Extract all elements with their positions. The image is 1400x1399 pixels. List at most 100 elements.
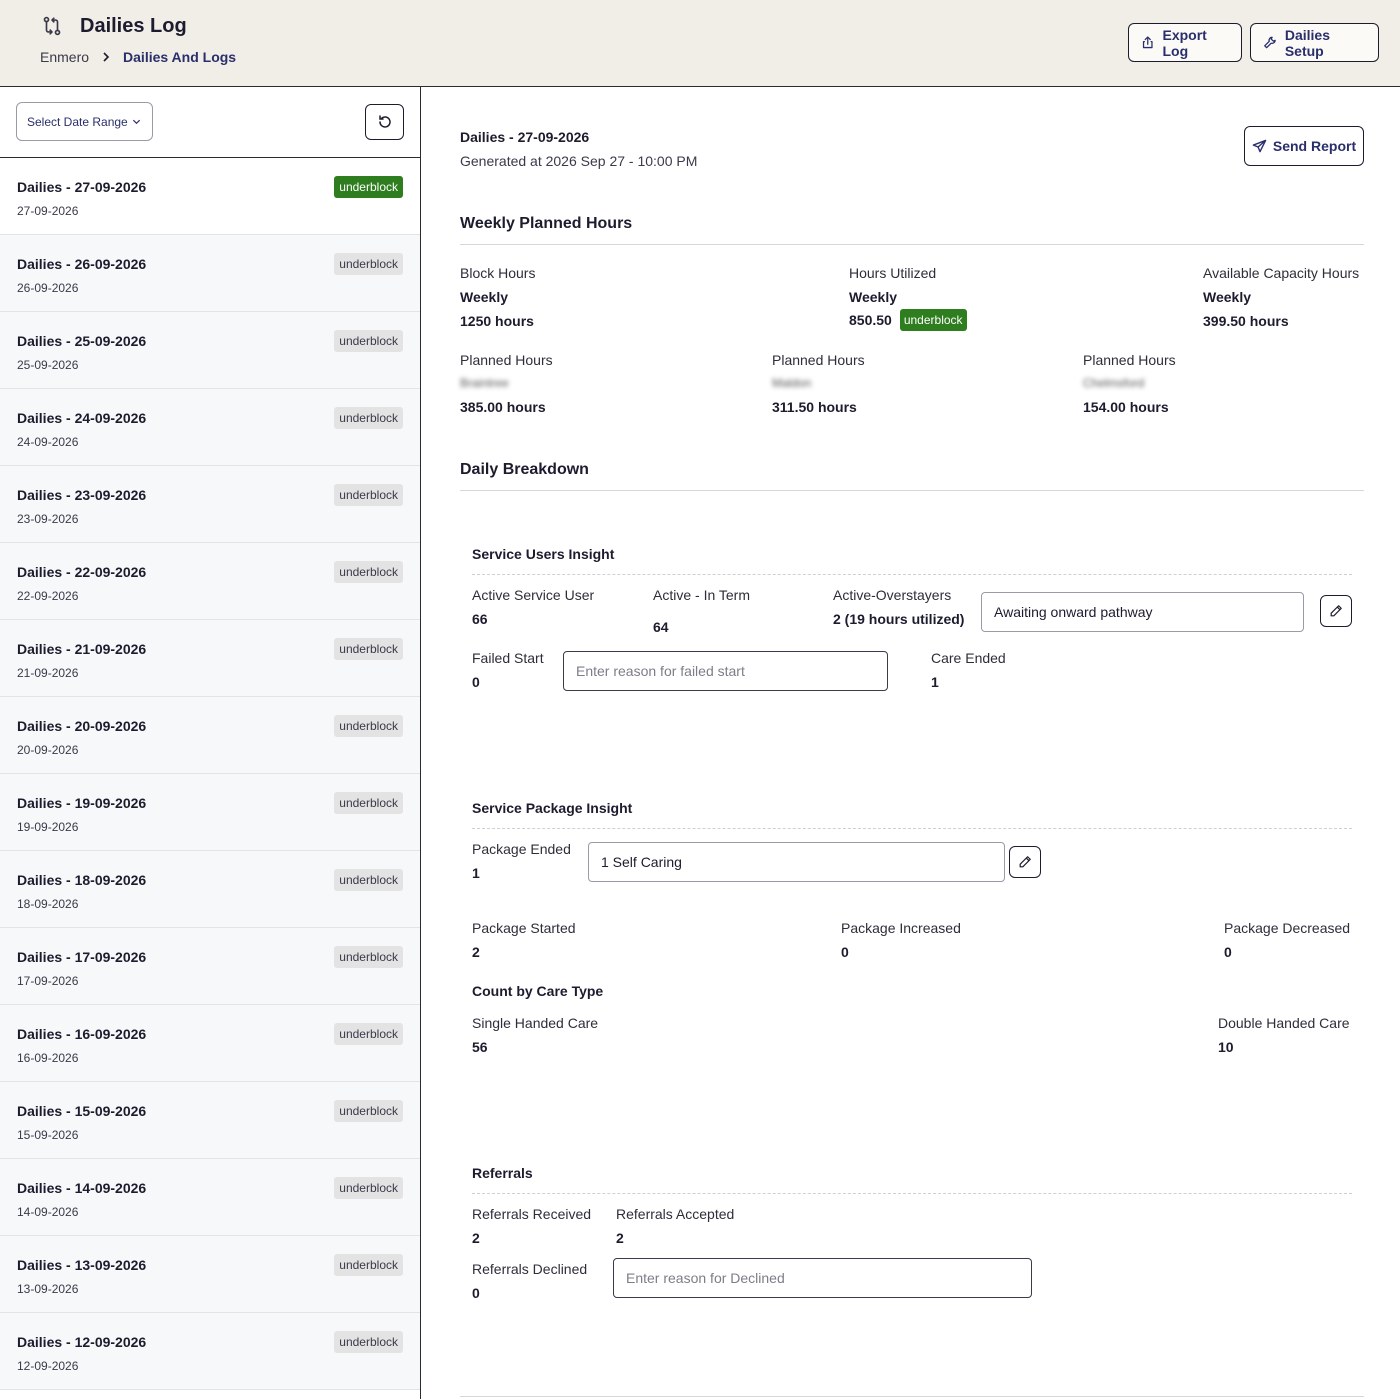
edit-package-ended-button[interactable] <box>1009 846 1041 878</box>
status-badge: underblock <box>334 792 403 814</box>
status-badge: underblock <box>334 407 403 429</box>
available-capacity-value: 399.50 hours <box>1203 313 1289 329</box>
export-log-button[interactable]: Export Log <box>1128 23 1242 62</box>
divider <box>472 1193 1352 1194</box>
status-badge: underblock <box>899 309 967 331</box>
list-item-date: 26-09-2026 <box>17 281 79 295</box>
planned-hours-value: 311.50 hours <box>772 399 857 415</box>
status-badge: underblock <box>334 946 403 968</box>
planned-location: Braintree <box>460 376 509 390</box>
package-decreased-value: 0 <box>1224 944 1232 960</box>
referrals-declined-value: 0 <box>472 1285 480 1301</box>
list-item[interactable]: Dailies - 20-09-2026 20-09-2026 underblock <box>0 697 420 774</box>
list-item[interactable]: Dailies - 19-09-2026 19-09-2026 underblock <box>0 774 420 851</box>
dailies-list: Dailies - 27-09-2026 27-09-2026 underblock… <box>0 158 420 1390</box>
divider <box>460 244 1364 245</box>
hours-utilized-period: Weekly <box>849 289 897 305</box>
status-badge: underblock <box>334 1254 403 1276</box>
status-badge: underblock <box>334 1331 403 1353</box>
block-hours-label: Block Hours <box>460 265 536 281</box>
planned-hours-value: 154.00 hours <box>1083 399 1169 415</box>
package-started-value: 2 <box>472 944 480 960</box>
divider <box>472 574 1352 575</box>
edit-overstayers-button[interactable] <box>1320 595 1352 627</box>
list-item[interactable]: Dailies - 16-09-2026 16-09-2026 underblock <box>0 1005 420 1082</box>
list-item[interactable]: Dailies - 22-09-2026 22-09-2026 underblock <box>0 543 420 620</box>
divider <box>472 828 1352 829</box>
list-item[interactable]: Dailies - 12-09-2026 12-09-2026 underblock <box>0 1313 420 1390</box>
referrals-accepted-label: Referrals Accepted <box>616 1206 735 1222</box>
refresh-icon <box>378 115 391 128</box>
export-log-label: Export Log <box>1162 26 1207 59</box>
list-item-date: 27-09-2026 <box>17 204 79 218</box>
date-range-label: Select Date Range <box>27 114 128 129</box>
status-badge: underblock <box>334 869 403 891</box>
planned-hours-label: Planned Hours <box>460 352 553 368</box>
list-item-date: 12-09-2026 <box>17 1359 79 1373</box>
single-handed-label: Single Handed Care <box>472 1015 599 1031</box>
list-item[interactable]: Dailies - 23-09-2026 23-09-2026 underblock <box>0 466 420 543</box>
list-item-date: 14-09-2026 <box>17 1205 79 1219</box>
generated-at: Generated at 2026 Sep 27 - 10:00 PM <box>460 153 698 169</box>
planned-hours-label: Planned Hours <box>772 352 865 368</box>
care-ended-label: Care Ended <box>931 650 1006 666</box>
list-item[interactable]: Dailies - 18-09-2026 18-09-2026 underblock <box>0 851 420 928</box>
failed-start-value: 0 <box>472 674 480 690</box>
status-badge: underblock <box>334 638 403 660</box>
list-item-date: 17-09-2026 <box>17 974 79 988</box>
pencil-icon <box>1330 605 1342 617</box>
list-item[interactable]: Dailies - 13-09-2026 13-09-2026 underblock <box>0 1236 420 1313</box>
declined-reason-input[interactable] <box>613 1258 1032 1298</box>
service-package-heading: Service Package Insight <box>472 800 633 816</box>
status-badge: underblock <box>334 1177 403 1199</box>
chevron-right-icon <box>101 52 111 62</box>
git-compare-icon <box>40 14 64 38</box>
daily-breakdown-heading: Daily Breakdown <box>460 461 589 478</box>
package-ended-label: Package Ended <box>472 841 571 857</box>
wrench-icon <box>1264 36 1276 49</box>
weekly-heading: Weekly Planned Hours <box>460 215 633 232</box>
dailies-sidebar: Select Date Range Dailies - 27-09-2026 27… <box>0 87 421 1399</box>
list-item[interactable]: Dailies - 24-09-2026 24-09-2026 underblock <box>0 389 420 466</box>
active-in-term-value: 64 <box>653 619 669 635</box>
block-hours-value: 1250 hours <box>460 313 534 329</box>
send-icon <box>1252 139 1267 152</box>
available-capacity-label: Available Capacity Hours <box>1203 265 1360 281</box>
hours-utilized-row: 850.50 underblock <box>849 309 967 331</box>
overstayers-reason-input[interactable] <box>981 592 1304 632</box>
breadcrumb: Enmero Dailies And Logs <box>40 49 236 65</box>
active-service-user-label: Active Service User <box>472 587 595 603</box>
list-item-date: 15-09-2026 <box>17 1128 79 1142</box>
hours-utilized-value: 850.50 <box>849 312 892 328</box>
failed-start-reason-input[interactable] <box>563 651 888 691</box>
list-item[interactable]: Dailies - 25-09-2026 25-09-2026 underblock <box>0 312 420 389</box>
chevron-down-icon <box>132 119 140 125</box>
list-item[interactable]: Dailies - 15-09-2026 15-09-2026 underblock <box>0 1082 420 1159</box>
list-item[interactable]: Dailies - 27-09-2026 27-09-2026 underblock <box>0 158 420 235</box>
list-item[interactable]: Dailies - 14-09-2026 14-09-2026 underblock <box>0 1159 420 1236</box>
breadcrumb-root[interactable]: Enmero <box>40 49 89 65</box>
detail-title: Dailies - 27-09-2026 <box>460 129 590 145</box>
care-type-heading: Count by Care Type <box>472 983 604 999</box>
service-users-heading: Service Users Insight <box>472 546 615 562</box>
list-item[interactable]: Dailies - 17-09-2026 17-09-2026 underblock <box>0 928 420 1005</box>
list-item-title: Dailies - 19-09-2026 <box>17 795 147 811</box>
list-item-title: Dailies - 20-09-2026 <box>17 718 147 734</box>
dailies-setup-button[interactable]: Dailies Setup <box>1250 23 1379 62</box>
referrals-received-value: 2 <box>472 1230 480 1246</box>
pencil-icon <box>1019 856 1031 868</box>
list-item[interactable]: Dailies - 26-09-2026 26-09-2026 underblock <box>0 235 420 312</box>
date-range-select[interactable]: Select Date Range <box>16 102 153 141</box>
refresh-button[interactable] <box>365 104 404 140</box>
list-item-title: Dailies - 27-09-2026 <box>17 179 147 195</box>
list-item[interactable]: Dailies - 21-09-2026 21-09-2026 underblock <box>0 620 420 697</box>
send-report-button[interactable]: Send Report <box>1244 126 1364 166</box>
status-badge: underblock <box>334 1023 403 1045</box>
package-increased-value: 0 <box>841 944 849 960</box>
referrals-accepted-value: 2 <box>616 1230 624 1246</box>
active-in-term-label: Active - In Term <box>653 587 750 603</box>
referrals-received-label: Referrals Received <box>472 1206 592 1222</box>
list-item-title: Dailies - 25-09-2026 <box>17 333 147 349</box>
package-ended-reason-input[interactable] <box>588 842 1005 882</box>
care-ended-value: 1 <box>931 674 939 690</box>
